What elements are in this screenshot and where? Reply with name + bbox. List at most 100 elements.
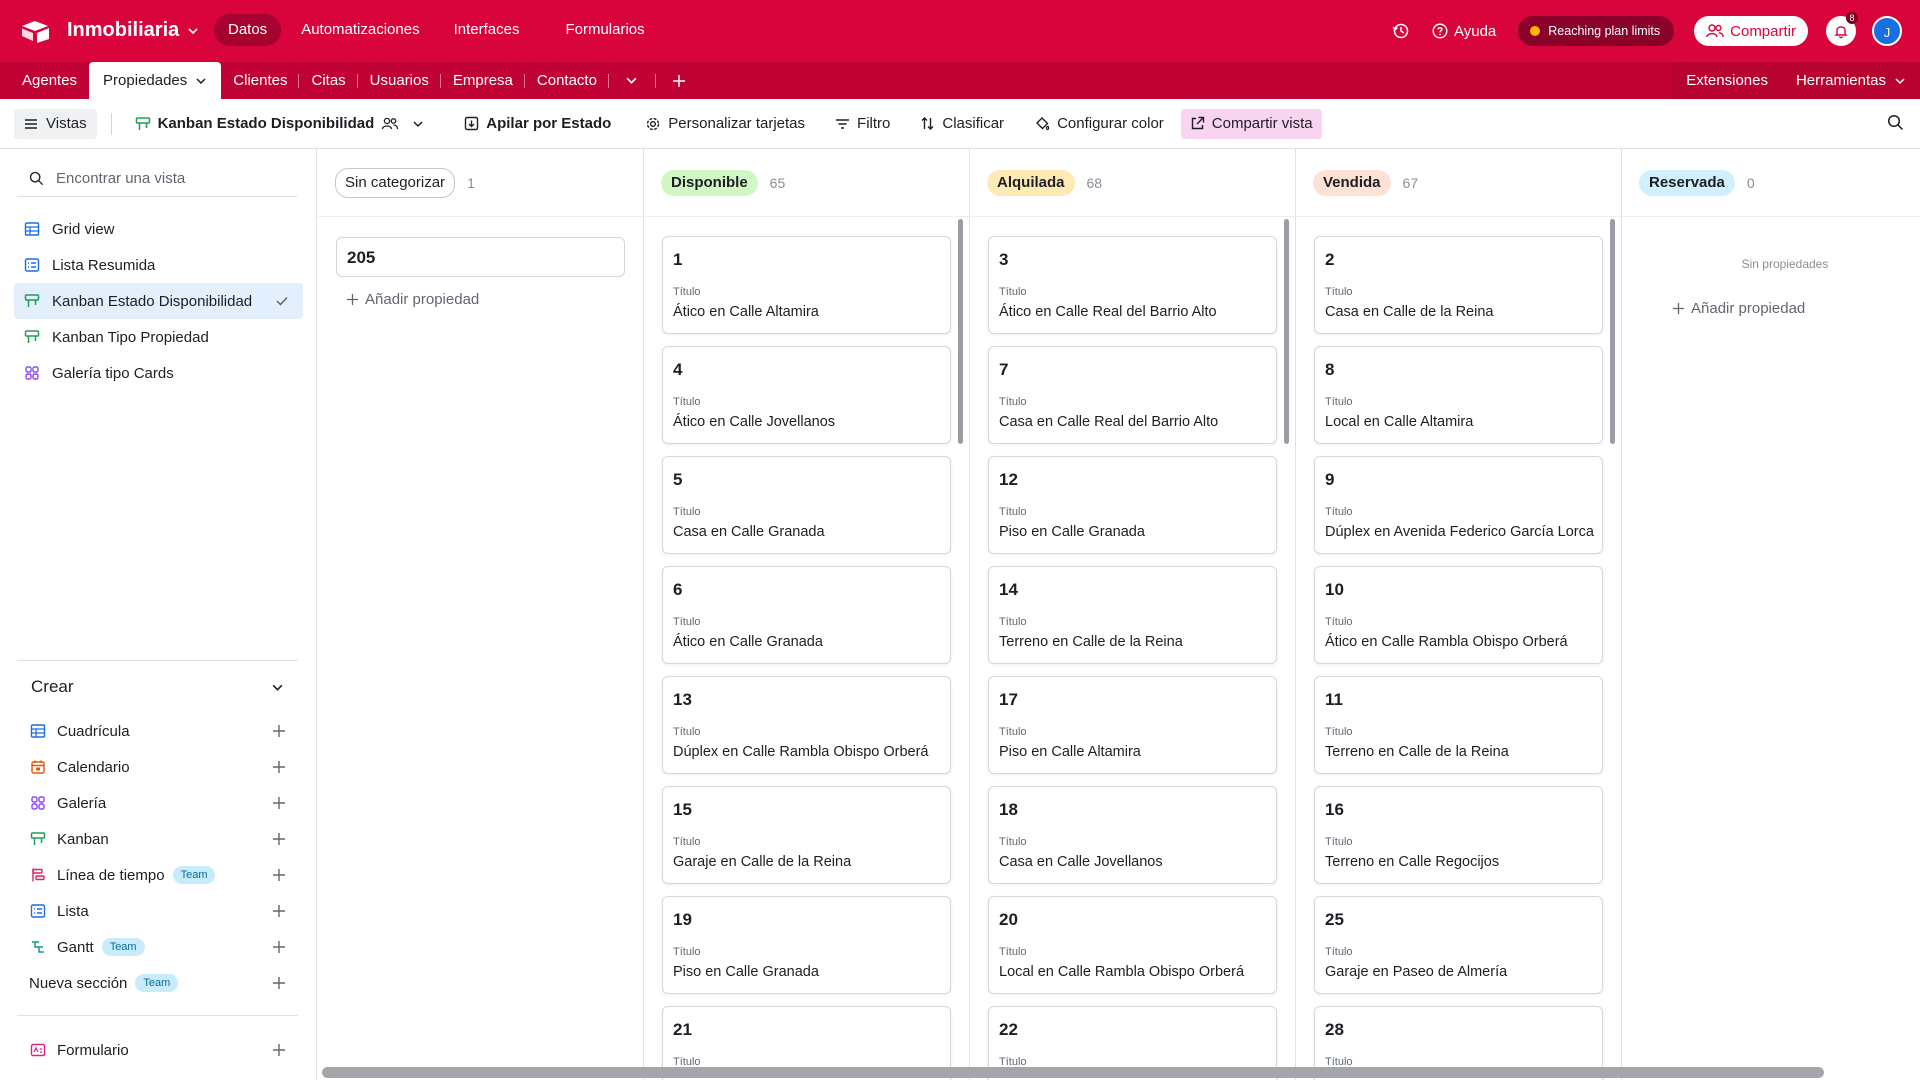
column-scrollbar[interactable] <box>958 219 963 444</box>
column-name[interactable]: Reservada <box>1639 169 1735 196</box>
horizontal-scrollbar[interactable] <box>322 1067 1824 1078</box>
view-item-lista-resumida[interactable]: Lista Resumida <box>14 247 303 283</box>
base-name-menu[interactable]: Inmobiliaria <box>67 19 199 42</box>
card-field-value: Dúplex en Calle Rambla Obispo Orberá <box>673 744 929 760</box>
kanban-card[interactable]: 5 Título Casa en Calle Granada <box>662 456 951 554</box>
tab-usuarios[interactable]: Usuarios <box>358 62 442 99</box>
card-record-id: 13 <box>673 690 692 709</box>
plus-icon <box>273 977 285 989</box>
card-field-value: Dúplex en Avenida Federico García Lorca <box>1325 524 1594 540</box>
kanban-card[interactable]: 7 Título Casa en Calle Real del Barrio Alt… <box>988 346 1277 444</box>
nav-formularios[interactable]: Formularios <box>551 14 658 46</box>
help-button[interactable]: Ayuda <box>1432 23 1496 40</box>
kanban-card[interactable]: 3 Título Ático en Calle Real del Barrio Al… <box>988 236 1277 334</box>
column-scrollbar[interactable] <box>1284 219 1289 444</box>
create-section-header[interactable]: Crear <box>17 661 298 713</box>
column-name[interactable]: Disponible <box>661 169 758 196</box>
create-gallery[interactable]: Galería <box>17 785 298 821</box>
customize-cards-button[interactable]: Personalizar tarjetas <box>636 109 814 139</box>
filter-label: Filtro <box>857 115 891 132</box>
tab-contacto[interactable]: Contacto <box>525 62 609 99</box>
notifications-button[interactable]: 8 <box>1826 12 1858 46</box>
create-grid[interactable]: Cuadrícula <box>17 713 298 749</box>
tables-menu-icon[interactable] <box>609 62 655 99</box>
kanban-card[interactable]: 11 Título Terreno en Calle de la Reina <box>1314 676 1603 774</box>
views-sidebar: Encontrar una vista Grid view Lista Resu… <box>0 149 317 1080</box>
grid-icon <box>30 724 46 738</box>
kanban-card[interactable]: 13 Título Dúplex en Calle Rambla Obispo Or… <box>662 676 951 774</box>
view-item-galeria[interactable]: Galería tipo Cards <box>14 355 303 391</box>
tab-propiedades[interactable]: Propiedades <box>89 62 222 99</box>
kanban-card[interactable]: 2 Título Casa en Calle de la Reina <box>1314 236 1603 334</box>
view-search-field[interactable]: Encontrar una vista <box>17 161 297 197</box>
kanban-card[interactable]: 205 <box>336 237 625 277</box>
sort-button[interactable]: Clasificar <box>911 109 1013 139</box>
tab-clientes[interactable]: Clientes <box>221 62 300 99</box>
create-calendar-label: Calendario <box>57 758 130 776</box>
kanban-card[interactable]: 6 Título Ático en Calle Granada <box>662 566 951 664</box>
color-button[interactable]: Configurar color <box>1025 109 1173 139</box>
user-avatar[interactable]: J <box>1872 16 1902 46</box>
extensions-button[interactable]: Extensiones <box>1672 62 1782 99</box>
sort-label: Clasificar <box>942 115 1005 132</box>
add-table-icon[interactable] <box>656 62 702 99</box>
kanban-card[interactable]: 19 Título Piso en Calle Granada <box>662 896 951 994</box>
share-view-button[interactable]: Compartir vista <box>1180 108 1322 139</box>
create-grid-label: Cuadrícula <box>57 722 130 740</box>
create-gantt[interactable]: Gantt Team <box>17 929 298 965</box>
kanban-icon <box>135 116 150 130</box>
create-timeline[interactable]: Línea de tiempo Team <box>17 857 298 893</box>
nav-datos[interactable]: Datos <box>214 14 282 46</box>
current-view-menu[interactable]: Kanban Estado Disponibilidad <box>126 109 434 139</box>
plus-icon <box>273 725 285 737</box>
view-item-grid[interactable]: Grid view <box>14 211 303 247</box>
kanban-card[interactable]: 9 Título Dúplex en Avenida Federico García… <box>1314 456 1603 554</box>
create-form[interactable]: Formulario <box>17 1032 298 1068</box>
kanban-card[interactable]: 25 Título Garaje en Paseo de Almería <box>1314 896 1603 994</box>
kanban-card[interactable]: 10 Título Ático en Calle Rambla Obispo Orb… <box>1314 566 1603 664</box>
views-toggle-button[interactable]: Vistas <box>14 108 97 139</box>
history-icon[interactable] <box>1392 22 1410 40</box>
add-property-button[interactable]: Añadir propiedad <box>346 291 479 308</box>
view-item-kanban-estado[interactable]: Kanban Estado Disponibilidad <box>14 283 303 319</box>
create-section[interactable]: Nueva sección Team <box>17 965 298 1001</box>
create-kanban[interactable]: Kanban <box>17 821 298 857</box>
kanban-column-0: Disponible 65 1 Título Ático en Calle Altami… <box>644 149 970 1080</box>
kanban-card[interactable]: 4 Título Ático en Calle Jovellanos <box>662 346 951 444</box>
column-name[interactable]: Sin categorizar <box>335 167 456 198</box>
column-name[interactable]: Vendida <box>1313 169 1391 196</box>
tab-empresa[interactable]: Empresa <box>441 62 525 99</box>
tools-button[interactable]: Herramientas <box>1782 62 1920 99</box>
create-form-label: Formulario <box>57 1041 129 1059</box>
kanban-card[interactable]: 16 Título Terreno en Calle Regocijos <box>1314 786 1603 884</box>
kanban-card[interactable]: 20 Título Local en Calle Rambla Obispo Orb… <box>988 896 1277 994</box>
card-record-id: 18 <box>999 800 1018 819</box>
chevron-down-icon <box>188 27 198 34</box>
column-scrollbar[interactable] <box>1610 219 1615 444</box>
tab-citas[interactable]: Citas <box>299 62 358 99</box>
search-icon[interactable] <box>1887 114 1904 131</box>
card-field-value: Piso en Calle Granada <box>999 524 1145 540</box>
nav-interfaces[interactable]: Interfaces <box>440 14 534 46</box>
kanban-card[interactable]: 14 Título Terreno en Calle de la Reina <box>988 566 1277 664</box>
add-property-button[interactable]: Añadir propiedad <box>1672 300 1805 317</box>
plan-limits-button[interactable]: Reaching plan limits <box>1518 16 1675 46</box>
column-name[interactable]: Alquilada <box>987 169 1075 196</box>
create-list[interactable]: Lista <box>17 893 298 929</box>
kanban-card[interactable]: 18 Título Casa en Calle Jovellanos <box>988 786 1277 884</box>
stack-by-button[interactable]: Apilar por Estado <box>455 109 620 139</box>
view-item-kanban-tipo[interactable]: Kanban Tipo Propiedad <box>14 319 303 355</box>
share-label: Compartir <box>1730 22 1796 40</box>
card-field-value: Casa en Calle de la Reina <box>1325 304 1494 320</box>
kanban-card[interactable]: 12 Título Piso en Calle Granada <box>988 456 1277 554</box>
tab-agentes[interactable]: Agentes <box>10 62 89 99</box>
kanban-card[interactable]: 15 Título Garaje en Calle de la Reina <box>662 786 951 884</box>
app-logo-icon[interactable] <box>22 19 50 43</box>
kanban-card[interactable]: 17 Título Piso en Calle Altamira <box>988 676 1277 774</box>
kanban-card[interactable]: 8 Título Local en Calle Altamira <box>1314 346 1603 444</box>
nav-automatizaciones[interactable]: Automatizaciones <box>287 14 433 46</box>
kanban-card[interactable]: 1 Título Ático en Calle Altamira <box>662 236 951 334</box>
create-calendar[interactable]: Calendario <box>17 749 298 785</box>
share-button[interactable]: Compartir <box>1694 16 1808 46</box>
filter-button[interactable]: Filtro <box>826 109 899 139</box>
